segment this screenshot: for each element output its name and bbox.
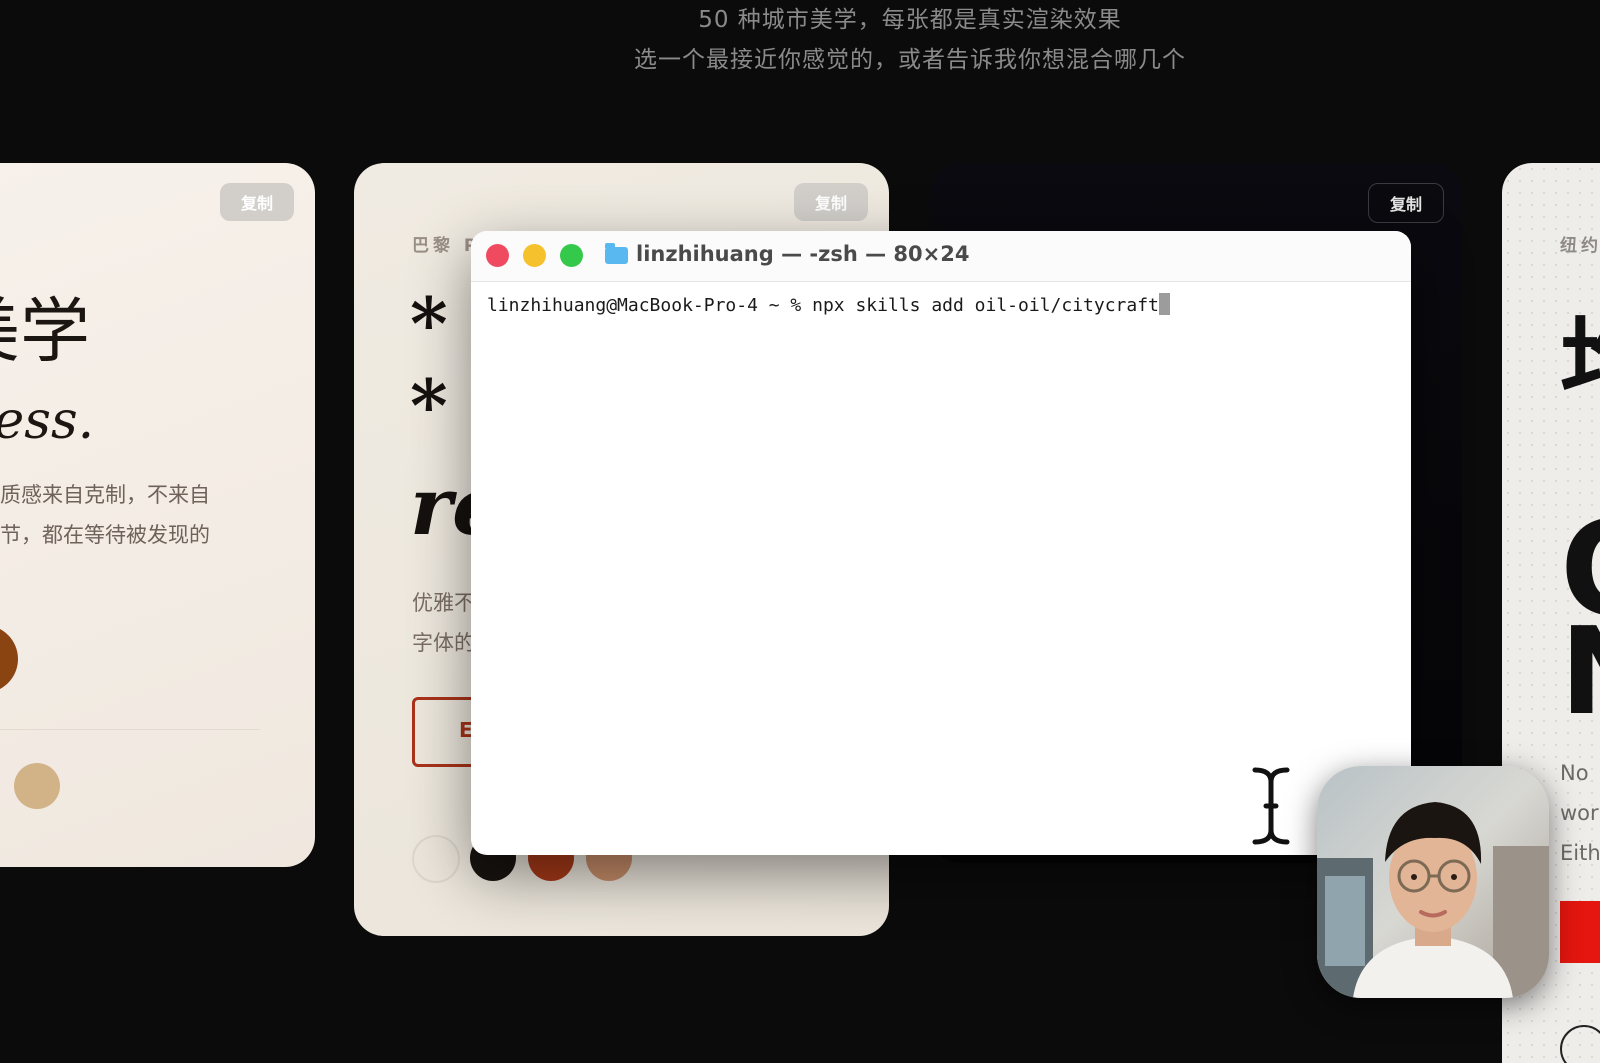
red-cta-block[interactable]: [1560, 901, 1600, 963]
zoom-window-button[interactable]: [560, 244, 583, 267]
text-cursor: [1158, 293, 1170, 315]
hero-line-1: 50 种城市美学，每张都是真实渲染效果: [698, 7, 1122, 33]
headline-mark: *: [410, 363, 448, 448]
card-description: 优雅不 字体的: [412, 583, 475, 663]
typed-command: npx skills add oil-oil/citycraft: [812, 295, 1159, 316]
aesthetic-card-1[interactable]: 复制 美学 ness. 质感来自克制，不来自 节，都在等待被发现的: [0, 163, 315, 867]
presenter-avatar: [1317, 766, 1549, 998]
color-swatch-cream: [412, 835, 460, 883]
card-description-line: 优雅不: [412, 591, 475, 615]
terminal-command-line[interactable]: linzhihuang@MacBook-Pro-4 ~ % npx skills…: [487, 293, 1170, 316]
card-subtitle: ness.: [0, 391, 95, 451]
card-description-line: 质感来自克制，不来自: [0, 483, 210, 507]
terminal-title-bar[interactable]: linzhihuang — -zsh — 80×24: [471, 231, 1411, 282]
close-window-button[interactable]: [486, 244, 509, 267]
divider: [0, 729, 260, 730]
card-description: 质感来自克制，不来自 节，都在等待被发现的: [0, 475, 210, 555]
card-description-line: 字体的: [412, 631, 475, 655]
terminal-window[interactable]: linzhihuang — -zsh — 80×24 linzhihuang@M…: [471, 231, 1411, 855]
copy-button[interactable]: 复制: [794, 183, 868, 221]
copy-button[interactable]: 复制: [220, 183, 294, 221]
card-description-line: Eith: [1560, 841, 1600, 865]
color-swatch-tan: [14, 763, 60, 809]
headline-glyph: 圴: [1560, 283, 1600, 422]
terminal-title: linzhihuang — -zsh — 80×24: [636, 242, 970, 266]
card-title: 美学: [0, 290, 90, 372]
webcam-overlay: [1317, 766, 1549, 998]
folder-icon: [605, 243, 628, 264]
hero-line-2: 选一个最接近你感觉的，或者告诉我你想混合哪几个: [634, 47, 1186, 73]
card-description-line: No: [1560, 761, 1589, 785]
headline-mark: *: [410, 281, 448, 366]
color-swatch-brown: [0, 625, 18, 693]
card-description: No wor Eith: [1560, 753, 1600, 873]
city-label: 纽约: [1560, 236, 1600, 256]
shell-prompt: linzhihuang@MacBook-Pro-4 ~ %: [487, 295, 813, 316]
card-description-line: 节，都在等待被发现的: [0, 523, 210, 547]
card-description-line: wor: [1560, 801, 1599, 825]
headline-glyph: N: [1560, 603, 1600, 742]
ibeam-cursor-icon: [1252, 767, 1290, 845]
copy-button[interactable]: 复制: [1368, 183, 1444, 223]
minimize-window-button[interactable]: [523, 244, 546, 267]
circle-outline-icon: [1560, 1025, 1600, 1063]
